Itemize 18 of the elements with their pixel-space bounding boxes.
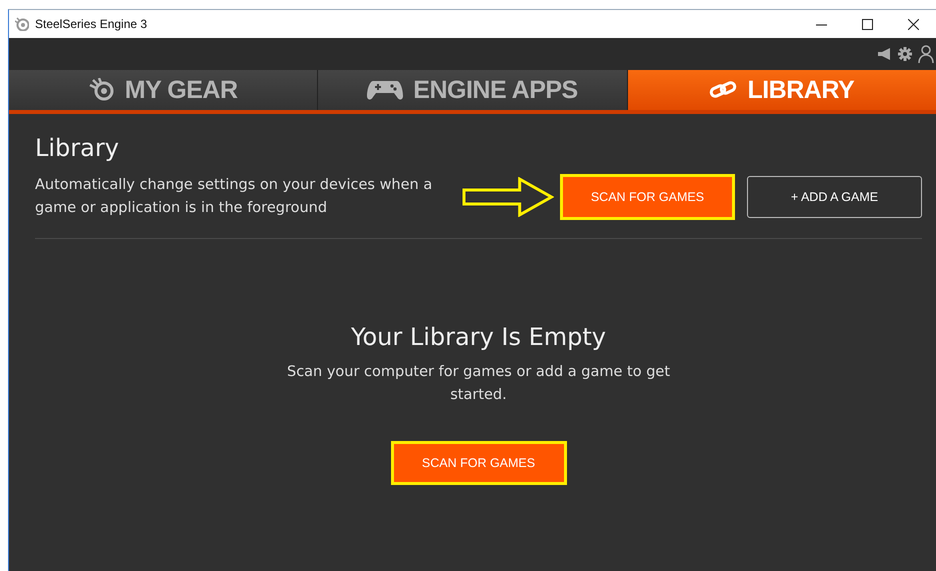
empty-message: Scan your computer for games or add a game to get started. bbox=[286, 363, 672, 405]
gamepad-icon bbox=[367, 79, 404, 101]
add-game-button[interactable]: + ADD A GAME bbox=[746, 176, 922, 218]
user-icon[interactable] bbox=[918, 45, 934, 63]
nav-tab[interactable]: MY GEAR bbox=[9, 70, 318, 110]
section-title: Library bbox=[35, 134, 120, 162]
window-title: SteelSeries Engine 3 bbox=[35, 17, 148, 31]
link-icon bbox=[709, 80, 738, 100]
scan-button[interactable]: SCAN FOR GAMES bbox=[560, 174, 735, 220]
settings-icon[interactable] bbox=[898, 47, 912, 61]
target-icon bbox=[88, 78, 115, 102]
app-logo-icon bbox=[15, 17, 29, 31]
section-description: Automatically change settings on your devices when a game or application is in the foreground bbox=[35, 176, 434, 218]
nav-tab[interactable]: LIBRARY bbox=[628, 70, 936, 110]
megaphone-icon[interactable] bbox=[878, 48, 892, 60]
nav-tab[interactable]: ENGINE APPS bbox=[318, 70, 627, 110]
empty-title: Your Library Is Empty bbox=[350, 323, 606, 351]
scan-button[interactable]: SCAN FOR GAMES bbox=[390, 441, 566, 485]
